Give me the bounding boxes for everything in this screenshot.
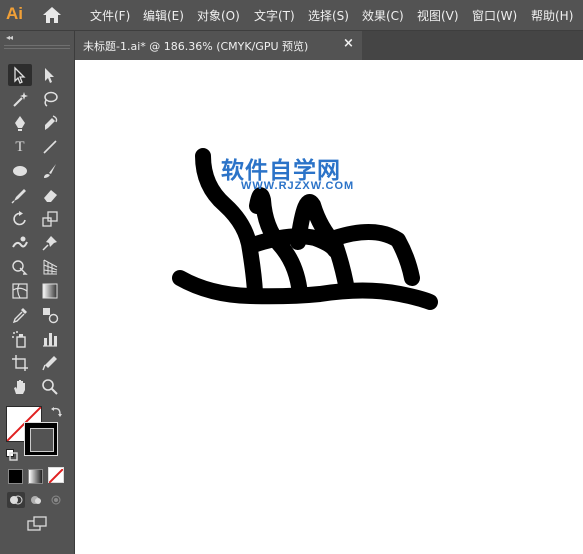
menu-help[interactable]: 帮助(H) xyxy=(531,7,573,24)
gradient-tool-icon[interactable] xyxy=(38,280,62,302)
collapse-panel-icon[interactable]: ◂◂ xyxy=(6,33,13,42)
pencil-tool-icon[interactable] xyxy=(8,184,32,206)
none-mode-icon[interactable] xyxy=(48,467,64,484)
rotate-tool-icon[interactable] xyxy=(8,208,32,230)
lasso-tool-icon[interactable] xyxy=(38,88,62,110)
hand-tool-icon[interactable] xyxy=(8,376,32,398)
menu-select[interactable]: 选择(S) xyxy=(308,7,349,24)
eyedropper-tool-icon[interactable] xyxy=(8,304,32,326)
color-mode-icon[interactable] xyxy=(8,469,23,484)
watermark-url: WWW.RJZXW.COM xyxy=(241,180,355,192)
warp-tool-icon[interactable] xyxy=(8,232,32,254)
selection-tool-icon[interactable] xyxy=(8,64,32,86)
menu-edit[interactable]: 编辑(E) xyxy=(143,7,184,24)
menu-view[interactable]: 视图(V) xyxy=(417,7,459,24)
stroke-swatch[interactable] xyxy=(24,422,58,456)
gradient-mode-icon[interactable] xyxy=(28,469,43,484)
ellipse-tool-icon[interactable] xyxy=(8,160,32,182)
document-tab-title: 未标题-1.ai* @ 186.36% (CMYK/GPU 预览) xyxy=(83,40,309,53)
menu-effect[interactable]: 效果(C) xyxy=(362,7,404,24)
column-graph-tool-icon[interactable] xyxy=(38,328,62,350)
blend-tool-icon[interactable] xyxy=(38,304,62,326)
app-logo: Ai xyxy=(6,4,23,23)
scale-tool-icon[interactable] xyxy=(38,208,62,230)
swap-fill-stroke-icon[interactable] xyxy=(50,404,64,418)
menu-type[interactable]: 文字(T) xyxy=(254,7,295,24)
artboard-canvas[interactable] xyxy=(75,60,583,554)
direct-selection-tool-icon[interactable] xyxy=(38,64,62,86)
slice-tool-icon[interactable] xyxy=(38,352,62,374)
menu-file[interactable]: 文件(F) xyxy=(90,7,130,24)
eraser-tool-icon[interactable] xyxy=(38,184,62,206)
default-fill-stroke-icon[interactable] xyxy=(6,446,18,461)
magic-wand-tool-icon[interactable] xyxy=(8,88,32,110)
close-icon[interactable]: × xyxy=(343,36,354,51)
curvature-tool-icon[interactable] xyxy=(38,112,62,134)
artboard-tool-icon[interactable] xyxy=(8,352,32,374)
artwork-drawing[interactable] xyxy=(75,60,583,554)
mesh-tool-icon[interactable] xyxy=(8,280,32,302)
perspective-grid-tool-icon[interactable] xyxy=(38,256,62,278)
line-segment-tool-icon[interactable] xyxy=(38,136,62,158)
draw-normal-icon[interactable] xyxy=(7,492,25,508)
draw-inside-icon[interactable] xyxy=(47,492,65,508)
stroke-swatch-inner xyxy=(30,428,54,452)
shape-builder-tool-icon[interactable] xyxy=(8,256,32,278)
puppet-warp-tool-icon[interactable] xyxy=(38,232,62,254)
screen-mode-icon[interactable] xyxy=(26,515,48,533)
menu-object[interactable]: 对象(O) xyxy=(197,7,240,24)
paintbrush-tool-icon[interactable] xyxy=(38,160,62,182)
symbol-sprayer-tool-icon[interactable] xyxy=(8,328,32,350)
document-tab[interactable]: 未标题-1.ai* @ 186.36% (CMYK/GPU 预览) × xyxy=(75,31,362,60)
home-icon[interactable] xyxy=(42,6,62,24)
panel-grip[interactable] xyxy=(4,45,70,51)
type-tool-icon[interactable]: T xyxy=(8,136,32,158)
zoom-tool-icon[interactable] xyxy=(38,376,62,398)
draw-behind-icon[interactable] xyxy=(27,492,45,508)
menu-window[interactable]: 窗口(W) xyxy=(472,7,517,24)
menu-bar: Ai 文件(F) 编辑(E) 对象(O) 文字(T) 选择(S) 效果(C) 视… xyxy=(0,0,583,31)
pen-tool-icon[interactable] xyxy=(8,112,32,134)
